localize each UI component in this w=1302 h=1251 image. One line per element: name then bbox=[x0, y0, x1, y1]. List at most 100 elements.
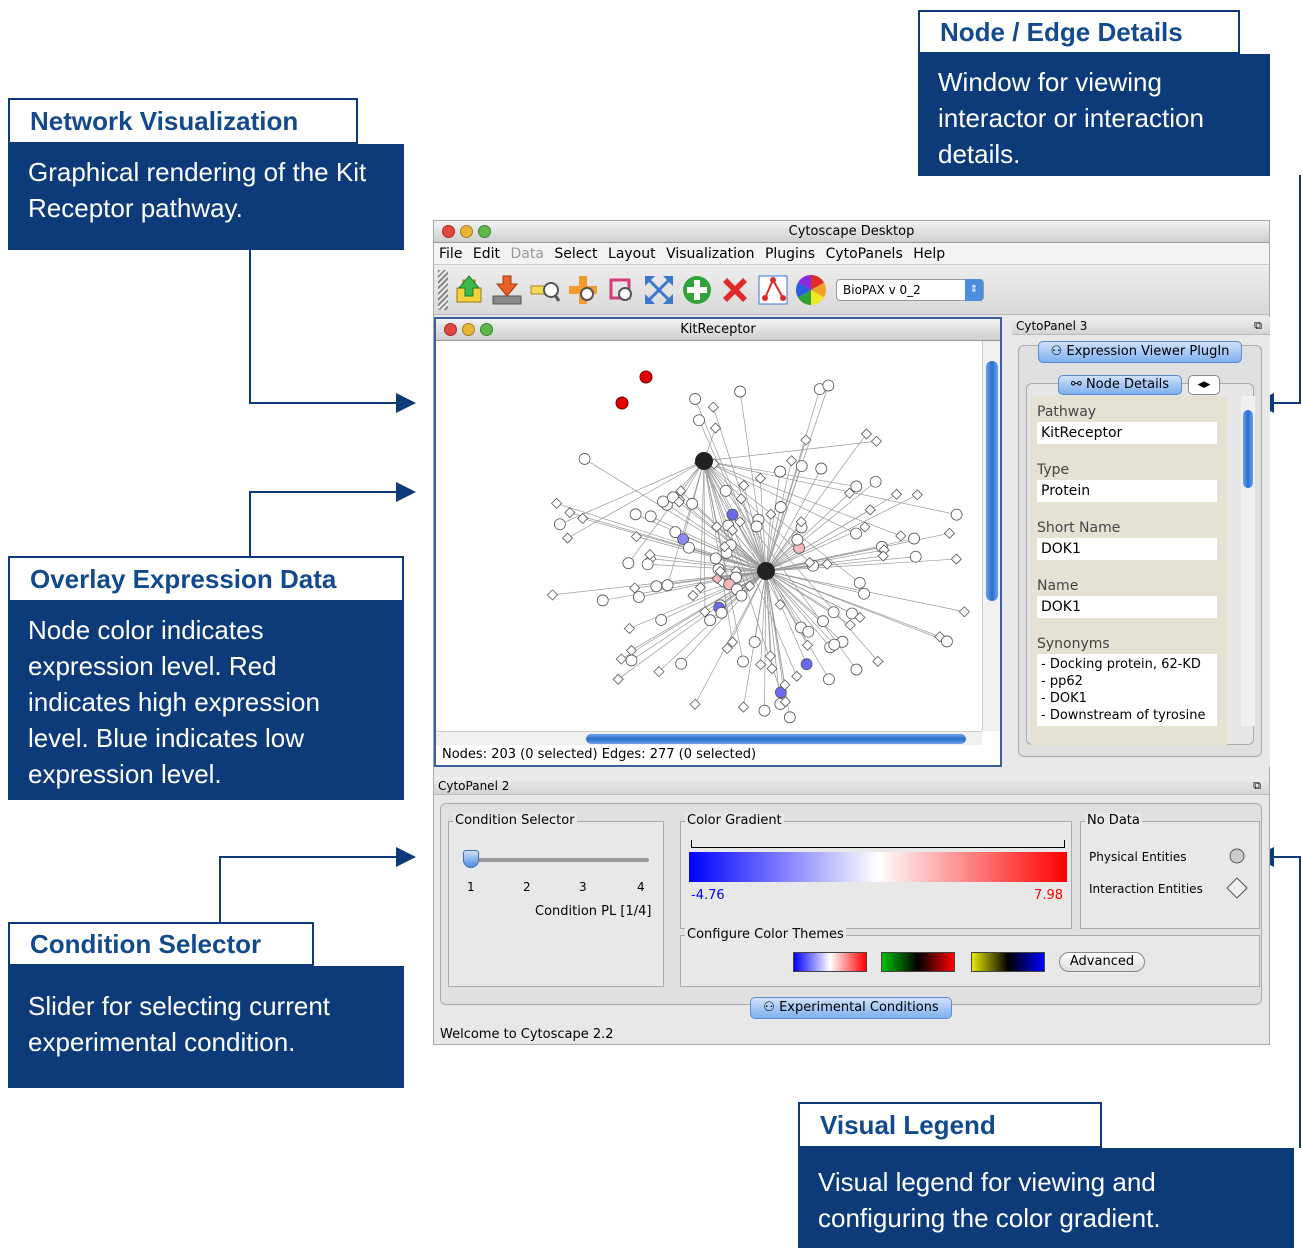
network-node[interactable] bbox=[850, 480, 863, 493]
network-node[interactable] bbox=[869, 475, 882, 488]
network-node[interactable] bbox=[764, 650, 776, 662]
network-node[interactable] bbox=[774, 501, 787, 513]
network-node[interactable] bbox=[783, 711, 796, 724]
network-node-high[interactable] bbox=[639, 370, 653, 384]
network-node[interactable] bbox=[860, 428, 873, 440]
network-node[interactable] bbox=[815, 462, 828, 475]
network-node[interactable] bbox=[850, 527, 862, 540]
network-node[interactable] bbox=[622, 557, 635, 570]
network-node[interactable] bbox=[625, 654, 638, 667]
network-node[interactable] bbox=[689, 393, 702, 405]
close-button[interactable] bbox=[442, 225, 455, 238]
slider-track[interactable] bbox=[471, 858, 649, 862]
network-node[interactable] bbox=[578, 453, 591, 465]
network-node[interactable] bbox=[704, 614, 716, 627]
minimize-button[interactable] bbox=[460, 225, 473, 238]
network-node[interactable] bbox=[911, 489, 923, 501]
network-node[interactable] bbox=[629, 508, 642, 521]
zoom-in-icon[interactable] bbox=[528, 273, 562, 307]
network-node[interactable] bbox=[858, 587, 870, 600]
network-node[interactable] bbox=[687, 589, 699, 602]
network-node[interactable] bbox=[577, 512, 589, 524]
theme-blue-red[interactable] bbox=[793, 952, 867, 972]
network-node[interactable] bbox=[737, 655, 749, 668]
experimental-conditions-tab[interactable]: ⚇ Experimental Conditions bbox=[750, 997, 952, 1019]
network-node[interactable] bbox=[644, 510, 657, 523]
network-node[interactable] bbox=[755, 659, 767, 671]
open-icon[interactable] bbox=[452, 273, 486, 307]
tab-node-details[interactable]: ⚯ Node Details bbox=[1058, 375, 1182, 395]
tab-scroll-arrows[interactable]: ◂▸ bbox=[1188, 375, 1220, 395]
network-node[interactable] bbox=[754, 472, 766, 484]
save-icon[interactable] bbox=[490, 273, 524, 307]
network-node[interactable] bbox=[553, 518, 566, 531]
network-node[interactable] bbox=[734, 385, 747, 398]
network-node[interactable] bbox=[641, 558, 654, 571]
network-node[interactable] bbox=[791, 533, 804, 546]
network-node[interactable] bbox=[802, 625, 815, 638]
network-node[interactable] bbox=[895, 530, 907, 542]
network-node[interactable] bbox=[750, 520, 763, 533]
network-node[interactable] bbox=[735, 589, 748, 602]
network-node[interactable] bbox=[737, 701, 750, 713]
network-node[interactable] bbox=[828, 638, 841, 651]
network-node[interactable] bbox=[683, 541, 695, 554]
network-vscroll[interactable] bbox=[982, 341, 1000, 731]
network-node[interactable] bbox=[844, 619, 856, 631]
network-node[interactable] bbox=[909, 550, 922, 563]
network-node[interactable] bbox=[632, 591, 645, 603]
network-node[interactable] bbox=[822, 379, 835, 392]
delete-icon[interactable] bbox=[718, 273, 752, 307]
network-close-button[interactable] bbox=[444, 323, 457, 336]
network-node[interactable] bbox=[795, 460, 808, 472]
network-node[interactable] bbox=[707, 401, 719, 413]
network-node[interactable] bbox=[850, 663, 863, 676]
network-node[interactable] bbox=[625, 644, 638, 656]
expression-viewer-tab[interactable]: ⚇ Expression Viewer PlugIn bbox=[1038, 341, 1242, 363]
zoom-out-icon[interactable] bbox=[566, 273, 600, 307]
network-node[interactable] bbox=[612, 673, 624, 685]
float-icon[interactable]: ⧉ bbox=[1253, 777, 1261, 795]
network-node[interactable] bbox=[686, 497, 699, 510]
menu-help[interactable]: Help bbox=[913, 246, 945, 262]
network-node-high[interactable] bbox=[615, 396, 629, 410]
network-node[interactable] bbox=[561, 532, 574, 544]
network-node[interactable] bbox=[675, 657, 688, 670]
menu-plugins[interactable]: Plugins bbox=[765, 246, 815, 262]
advanced-button[interactable]: Advanced bbox=[1059, 952, 1145, 972]
network-hscroll[interactable] bbox=[436, 731, 982, 745]
network-zoom-button[interactable] bbox=[480, 323, 493, 336]
network-node[interactable] bbox=[950, 553, 962, 565]
network-node[interactable] bbox=[817, 615, 829, 628]
network-node[interactable] bbox=[615, 653, 627, 665]
menu-visualization[interactable]: Visualization bbox=[666, 246, 754, 262]
network-node[interactable] bbox=[661, 579, 674, 592]
network-canvas[interactable] bbox=[436, 341, 982, 731]
network-node[interactable] bbox=[546, 589, 559, 601]
network-minimize-button[interactable] bbox=[462, 323, 475, 336]
network-node[interactable] bbox=[908, 532, 920, 545]
network-node[interactable] bbox=[958, 606, 970, 618]
network-hub-node[interactable] bbox=[757, 562, 775, 580]
network-node[interactable] bbox=[941, 635, 953, 648]
slider-thumb[interactable] bbox=[463, 850, 479, 868]
color-wheel-icon[interactable] bbox=[794, 273, 828, 307]
network-node[interactable] bbox=[655, 614, 668, 626]
theme-green-red[interactable] bbox=[881, 952, 955, 972]
network-node[interactable] bbox=[823, 673, 835, 686]
network-node[interactable] bbox=[551, 497, 563, 509]
menu-file[interactable]: File bbox=[439, 246, 462, 262]
network-node[interactable] bbox=[596, 594, 609, 607]
network-node[interactable] bbox=[890, 488, 903, 500]
network-node[interactable] bbox=[709, 552, 722, 565]
network-graph[interactable] bbox=[436, 341, 982, 731]
network-node[interactable] bbox=[689, 698, 701, 710]
network-node[interactable] bbox=[827, 606, 840, 619]
vizmapper-icon[interactable] bbox=[756, 273, 790, 307]
menu-cytopanels[interactable]: CytoPanels bbox=[826, 246, 903, 262]
color-gradient-bar[interactable] bbox=[689, 852, 1067, 882]
network-node[interactable] bbox=[758, 704, 771, 717]
network-node[interactable] bbox=[774, 465, 787, 478]
fit-icon[interactable] bbox=[642, 273, 676, 307]
network-node[interactable] bbox=[657, 495, 669, 508]
